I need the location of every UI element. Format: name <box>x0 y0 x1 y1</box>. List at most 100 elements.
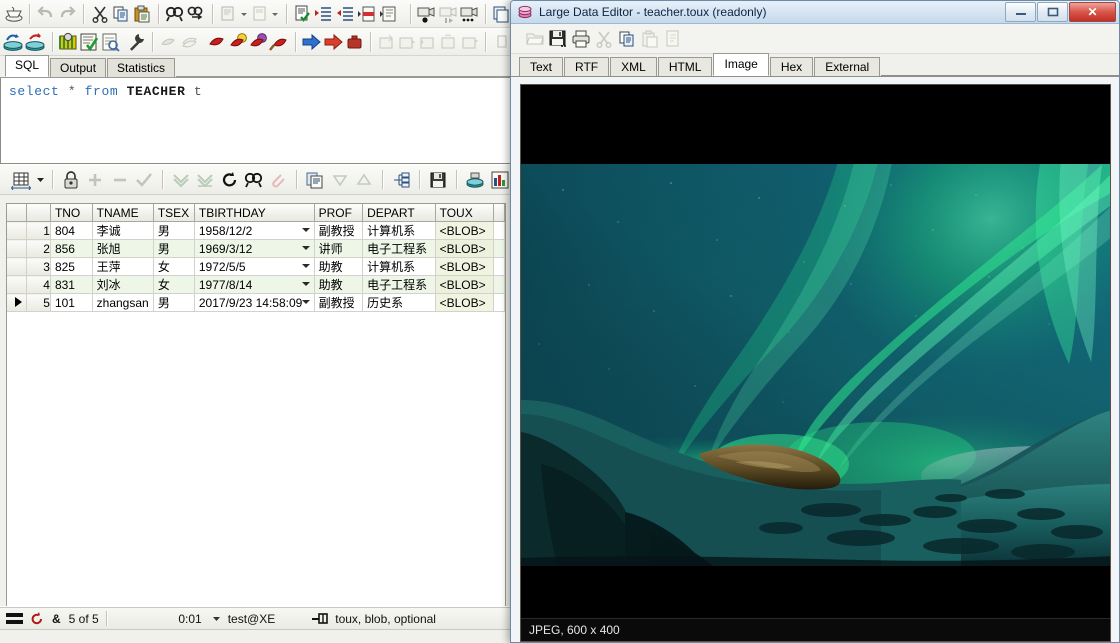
cell-tbirthday[interactable]: 1972/5/5 <box>194 257 315 276</box>
record-macro-icon[interactable] <box>416 2 437 25</box>
toolbar-overflow-icon[interactable] <box>491 30 512 53</box>
col-header-tbirthday[interactable]: TBIRTHDAY <box>194 204 315 222</box>
run-to-cursor-icon[interactable] <box>439 30 460 53</box>
open-icon[interactable] <box>523 27 546 50</box>
cell-tsex[interactable]: 男 <box>153 239 195 258</box>
cell-tname[interactable]: 王萍 <box>92 257 154 276</box>
connection-label[interactable]: test@XE <box>228 612 276 626</box>
cell-tbirthday[interactable]: 1977/8/14 <box>194 275 315 294</box>
cell-tbirthday[interactable]: 1958/12/2 <box>194 221 315 240</box>
sort-asc-icon[interactable] <box>352 167 376 192</box>
macro-library-icon[interactable] <box>458 2 479 25</box>
execute-arrow-red-icon[interactable] <box>323 30 345 53</box>
step-over-icon[interactable] <box>397 30 418 53</box>
execute-red-icon[interactable] <box>206 30 227 53</box>
cell-prof[interactable]: 助教 <box>314 275 364 294</box>
tab-xml[interactable]: XML <box>610 57 657 76</box>
cell-tno[interactable]: 825 <box>50 257 93 276</box>
layers-icon[interactable] <box>179 30 200 53</box>
cell-tname[interactable]: 张旭 <box>92 239 154 258</box>
tab-rtf[interactable]: RTF <box>564 57 610 76</box>
table-row[interactable]: 2 856 张旭 男 1969/3/12 讲师 电子工程系 <BLOB> <box>7 239 505 258</box>
outdent-icon[interactable] <box>334 2 355 25</box>
cell-toux[interactable]: <BLOB> <box>435 293 495 312</box>
step-out-icon[interactable] <box>418 30 439 53</box>
table-row[interactable]: 4 831 刘冰 女 1977/8/14 助教 电子工程系 <BLOB> <box>7 275 505 294</box>
cell-tname[interactable]: zhangsan <box>92 293 154 312</box>
sql-editor[interactable]: select * from TEACHER t <box>0 78 512 164</box>
cell-tsex[interactable]: 女 <box>153 275 195 294</box>
cut-icon[interactable] <box>592 27 615 50</box>
cell-depart[interactable]: 历史系 <box>362 293 436 312</box>
new-window-dropdown-icon[interactable] <box>239 2 249 25</box>
cell-depart[interactable]: 电子工程系 <box>362 239 436 258</box>
cell-prof[interactable]: 讲师 <box>314 239 364 258</box>
copy-icon[interactable] <box>110 2 131 25</box>
tab-image[interactable]: Image <box>713 53 769 76</box>
clear-icon[interactable] <box>661 27 684 50</box>
cell-depart[interactable]: 计算机系 <box>362 221 436 240</box>
cell-depart[interactable]: 电子工程系 <box>362 275 436 294</box>
open-file-dropdown-icon[interactable] <box>270 2 280 25</box>
export-structure-icon[interactable] <box>389 167 413 192</box>
cell-prof[interactable]: 副教授 <box>314 221 364 240</box>
indent-icon[interactable] <box>313 2 334 25</box>
cell-toux[interactable]: <BLOB> <box>435 275 495 294</box>
uncomment-icon[interactable] <box>377 2 398 25</box>
cell-tname[interactable]: 李诚 <box>92 221 154 240</box>
tab-statistics[interactable]: Statistics <box>107 58 176 77</box>
cell-tname[interactable]: 刘冰 <box>92 275 154 294</box>
new-program-icon[interactable] <box>158 30 179 53</box>
cell-tno[interactable]: 831 <box>50 275 93 294</box>
tab-hex[interactable]: Hex <box>769 57 814 76</box>
execute-brush-icon[interactable] <box>269 30 290 53</box>
paste-icon[interactable] <box>638 27 661 50</box>
report-icon[interactable] <box>100 30 121 53</box>
chevron-down-icon[interactable] <box>301 246 310 250</box>
table-row[interactable]: 1 804 李诚 男 1958/12/2 副教授 计算机系 <BLOB> <box>7 221 505 240</box>
tab-output[interactable]: Output <box>50 58 107 77</box>
copy-rows-icon[interactable] <box>303 167 327 192</box>
preferences-wrench-icon[interactable] <box>127 30 148 53</box>
col-header-depart[interactable]: DEPART <box>362 204 436 222</box>
cell-toux[interactable]: <BLOB> <box>435 221 495 240</box>
lock-record-icon[interactable] <box>59 167 83 192</box>
cell-depart[interactable]: 计算机系 <box>362 257 436 276</box>
copy-icon[interactable] <box>615 27 638 50</box>
col-header-prof[interactable]: PROF <box>314 204 364 222</box>
cell-tsex[interactable]: 男 <box>153 293 195 312</box>
grid-find-icon[interactable] <box>242 167 266 192</box>
col-header-tname[interactable]: TNAME <box>92 204 154 222</box>
cell-tbirthday[interactable]: 2017/9/23 14:58:09 <box>194 293 315 312</box>
cell-tsex[interactable]: 男 <box>153 221 195 240</box>
attachment-icon[interactable] <box>266 167 290 192</box>
new-session-icon[interactable] <box>3 30 25 53</box>
cell-prof[interactable]: 助教 <box>314 257 364 276</box>
cell-tno[interactable]: 856 <box>50 239 93 258</box>
export-data-icon[interactable] <box>463 167 487 192</box>
cell-tbirthday[interactable]: 1969/3/12 <box>194 239 315 258</box>
results-grid[interactable]: TNO TNAME TSEX TBIRTHDAY PROF DEPART TOU… <box>6 203 506 607</box>
cell-toux[interactable]: <BLOB> <box>435 239 495 258</box>
col-header-toux[interactable]: TOUX <box>435 204 495 222</box>
save-icon[interactable] <box>546 27 569 50</box>
session-icon[interactable] <box>3 2 24 25</box>
rollback-icon[interactable] <box>58 30 79 53</box>
cut-icon[interactable] <box>89 2 110 25</box>
minimize-button[interactable] <box>1005 2 1036 22</box>
connection-dropdown-icon[interactable] <box>212 614 221 623</box>
post-changes-icon[interactable] <box>132 167 156 192</box>
cell-tno[interactable]: 101 <box>50 293 93 312</box>
print-icon[interactable] <box>569 27 592 50</box>
cell-tno[interactable]: 804 <box>50 221 93 240</box>
explain-plan-icon[interactable] <box>291 2 312 25</box>
undo-icon[interactable] <box>35 2 56 25</box>
fetch-next-page-icon[interactable] <box>169 167 193 192</box>
comment-icon[interactable] <box>355 2 376 25</box>
cell-tsex[interactable]: 女 <box>153 257 195 276</box>
paste-icon[interactable] <box>132 2 153 25</box>
delete-record-icon[interactable] <box>107 167 131 192</box>
commit-session-icon[interactable] <box>25 30 47 53</box>
chart-icon[interactable] <box>488 167 512 192</box>
new-window-icon[interactable] <box>217 2 238 25</box>
